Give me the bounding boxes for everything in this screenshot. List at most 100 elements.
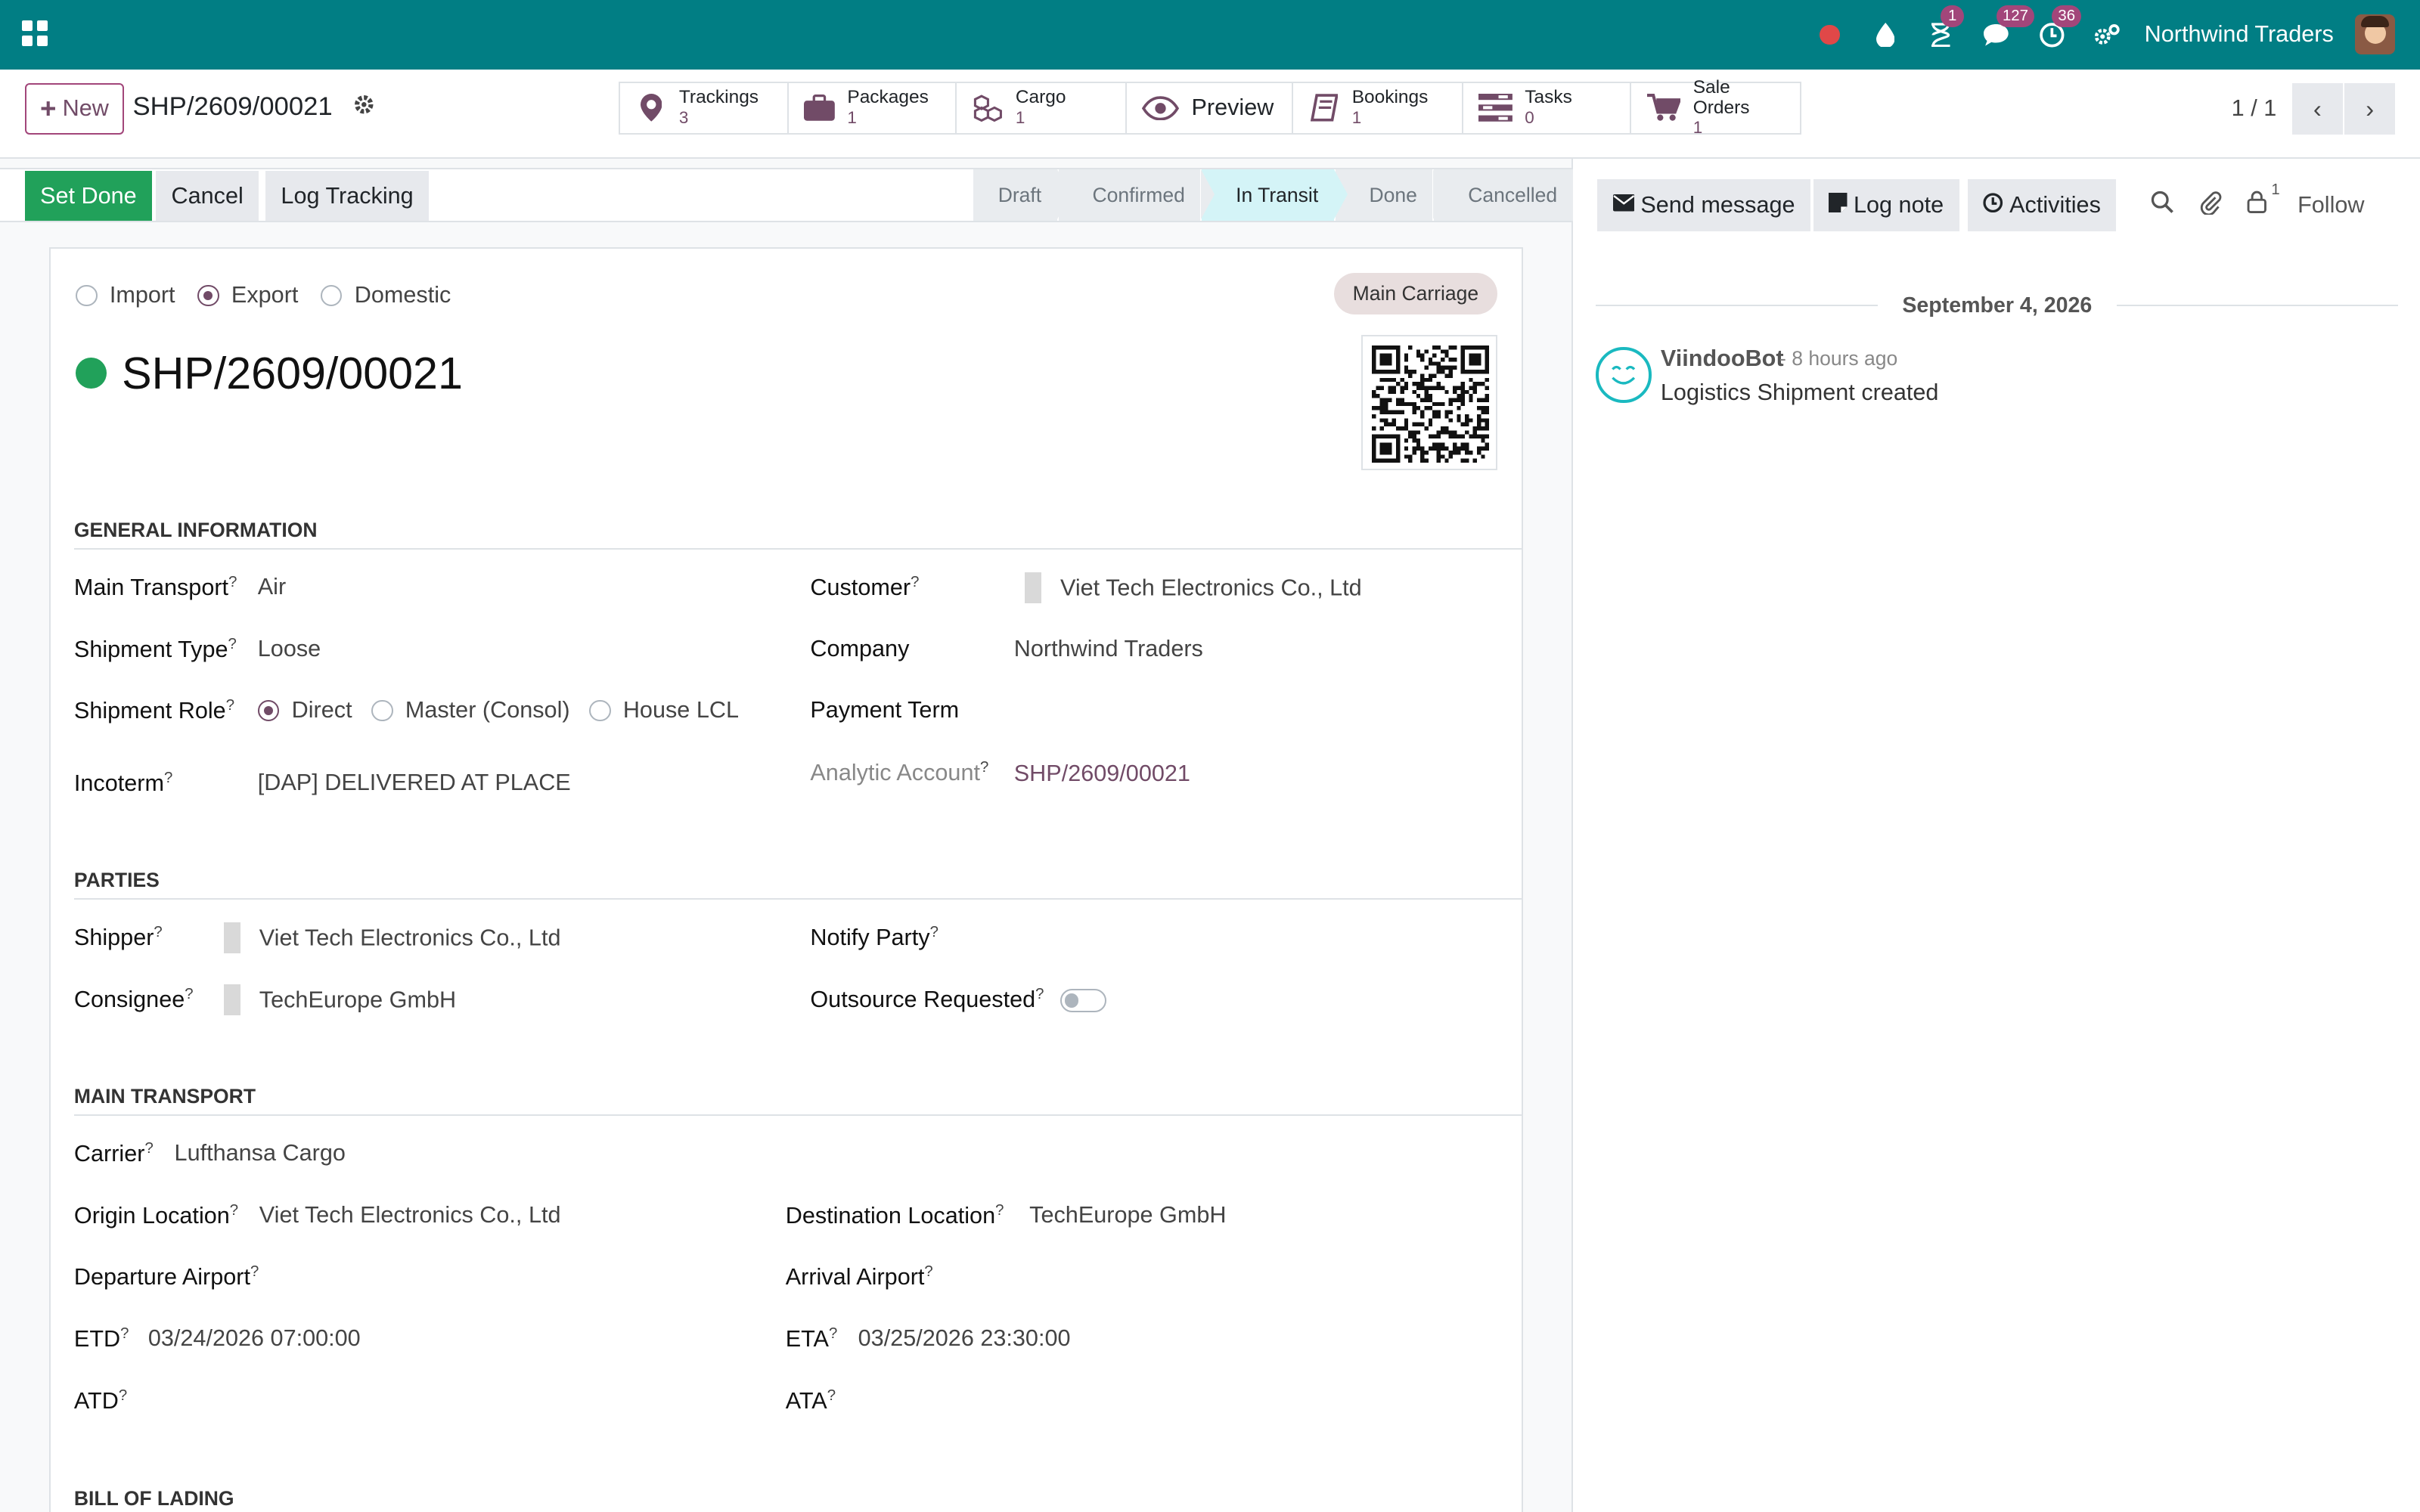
- destination-location-value[interactable]: TechEurope GmbH: [1029, 1202, 1226, 1228]
- log-tracking-button[interactable]: Log Tracking: [265, 171, 430, 221]
- payment-term-label: Payment Term: [810, 697, 960, 723]
- messages-icon[interactable]: 127: [1982, 5, 2035, 49]
- activities-button[interactable]: Activities: [1968, 178, 2117, 232]
- smart-buttons: Trackings 3 Packages 1 Cargo 1 Preview Book…: [619, 77, 1801, 137]
- drop-icon[interactable]: [1872, 21, 1900, 49]
- gear-icon[interactable]: [353, 94, 375, 122]
- radio-import-label: Import: [109, 282, 175, 308]
- etd-label: ETD?: [73, 1325, 129, 1352]
- pager: 1 / 1 ‹ ›: [2232, 83, 2396, 135]
- label-text: Carrier: [73, 1141, 145, 1167]
- section-bill-of-lading: BILL OF LADING: [74, 1487, 1522, 1512]
- pager-value[interactable]: 1 / 1: [2232, 95, 2277, 122]
- radio-domestic[interactable]: Domestic: [320, 282, 451, 308]
- clock-icon[interactable]: 36: [2038, 5, 2082, 49]
- record-icon[interactable]: [1816, 21, 1844, 49]
- search-icon[interactable]: [2151, 191, 2174, 220]
- message-time: - 8 hours ago: [1779, 347, 1898, 370]
- incoterm-value[interactable]: [DAP] DELIVERED AT PLACE: [258, 770, 571, 796]
- label-text: Destination Location: [785, 1202, 996, 1228]
- radio-master-consol[interactable]: Master (Consol): [371, 697, 570, 723]
- outsource-requested-toggle[interactable]: [1060, 989, 1107, 1012]
- radio-import[interactable]: Import: [75, 282, 175, 308]
- trackings-button[interactable]: Trackings 3: [619, 82, 789, 135]
- origin-location-value[interactable]: Viet Tech Electronics Co., Ltd: [259, 1202, 561, 1228]
- sale-orders-button[interactable]: Sale Orders 1: [1631, 77, 1801, 137]
- cargo-button[interactable]: Cargo 1: [957, 82, 1127, 135]
- stage-cancelled[interactable]: Cancelled: [1434, 169, 1573, 221]
- packages-label: Packages: [847, 87, 929, 108]
- company-label: Company: [810, 635, 910, 662]
- pager-next-button[interactable]: ›: [2344, 83, 2396, 135]
- main-transport-label: Main Transport?: [73, 574, 237, 601]
- direction-radio-group: Import Export Domestic: [75, 282, 451, 312]
- radio-domestic-label: Domestic: [354, 282, 451, 308]
- shipper-value[interactable]: Viet Tech Electronics Co., Ltd: [223, 922, 561, 955]
- consignee-label: Consignee?: [73, 986, 194, 1013]
- cargo-count: 1: [1015, 107, 1025, 127]
- new-button[interactable]: + New: [24, 83, 125, 135]
- record-title-text: SHP/2609/00021: [122, 348, 463, 399]
- tasks-button[interactable]: Tasks 0: [1463, 82, 1632, 135]
- settings-gears-icon[interactable]: [2093, 21, 2121, 49]
- send-message-button[interactable]: Send message: [1597, 178, 1810, 232]
- map-pin-icon: [636, 92, 667, 123]
- stage-done[interactable]: Done: [1335, 169, 1447, 221]
- shipment-type-value[interactable]: Loose: [258, 636, 321, 662]
- label-text: Shipment Role: [73, 698, 226, 724]
- label-text: Customer: [810, 575, 911, 601]
- customer-value[interactable]: Viet Tech Electronics Co., Ltd: [1025, 572, 1362, 605]
- preview-button[interactable]: Preview: [1126, 82, 1294, 135]
- stage-in-transit[interactable]: In Transit: [1202, 169, 1348, 221]
- main-transport-value[interactable]: Air: [258, 574, 286, 600]
- company-switcher[interactable]: Northwind Traders: [2145, 21, 2334, 48]
- message-author[interactable]: ViindooBot: [1661, 345, 1784, 372]
- radio-circle-selected: [197, 284, 219, 307]
- clock-badge: 36: [2052, 5, 2082, 27]
- chatter-panel: Send message Log note Activities 1 Follo…: [1574, 159, 2420, 1512]
- new-button-label: New: [62, 95, 109, 122]
- radio-direct[interactable]: Direct: [257, 697, 352, 723]
- record-title: SHP/2609/00021: [75, 347, 463, 399]
- packages-count: 1: [847, 107, 857, 127]
- bookings-label: Bookings: [1351, 87, 1429, 108]
- eta-value[interactable]: 03/25/2026 23:30:00: [858, 1325, 1071, 1352]
- paperclip-icon[interactable]: [2198, 190, 2222, 221]
- pager-previous-button[interactable]: ‹: [2291, 83, 2343, 135]
- radio-export-label: Export: [231, 282, 299, 308]
- cubes-icon: [973, 92, 1004, 123]
- shipment-type-label: Shipment Type?: [73, 635, 237, 662]
- followers-button[interactable]: 1: [2247, 181, 2280, 220]
- bookings-count: 1: [1351, 107, 1362, 127]
- carrier-value[interactable]: Lufthansa Cargo: [175, 1140, 346, 1167]
- label-text: Analytic Account: [810, 760, 980, 786]
- label-text: ETA: [785, 1326, 829, 1352]
- user-avatar[interactable]: [2355, 14, 2396, 55]
- atd-label: ATD?: [73, 1387, 128, 1414]
- send-message-label: Send message: [1640, 191, 1795, 218]
- bookings-button[interactable]: Bookings 1: [1293, 82, 1463, 135]
- cancel-button[interactable]: Cancel: [156, 171, 259, 221]
- form-sheet: Import Export Domestic Main Carriage SHP…: [49, 246, 1524, 1512]
- message-body: Logistics Shipment created: [1660, 380, 1939, 406]
- label-text: Outsource Requested: [810, 987, 1036, 1013]
- stage-draft[interactable]: Draft: [973, 169, 1072, 221]
- analytic-account-link[interactable]: SHP/2609/00021: [1014, 761, 1190, 787]
- stage-confirmed[interactable]: Confirmed: [1058, 169, 1215, 221]
- hourglass-icon[interactable]: 1: [1927, 5, 1964, 49]
- shipper-name: Viet Tech Electronics Co., Ltd: [259, 925, 561, 951]
- radio-export[interactable]: Export: [197, 282, 298, 308]
- sale-orders-label: Sale Orders: [1692, 77, 1750, 118]
- eye-icon: [1142, 92, 1180, 123]
- follow-button[interactable]: Follow: [2297, 192, 2364, 218]
- building-icon: [1025, 572, 1042, 603]
- section-parties: PARTIES: [73, 869, 1522, 900]
- set-done-button[interactable]: Set Done: [24, 171, 153, 221]
- packages-button[interactable]: Packages 1: [788, 82, 957, 135]
- log-note-button[interactable]: Log note: [1813, 178, 1959, 232]
- apps-menu-icon[interactable]: [21, 20, 48, 47]
- radio-house-lcl[interactable]: House LCL: [588, 697, 739, 723]
- consignee-value[interactable]: TechEurope GmbH: [223, 984, 456, 1017]
- etd-value[interactable]: 03/24/2026 07:00:00: [148, 1325, 361, 1352]
- company-value[interactable]: Northwind Traders: [1014, 636, 1203, 662]
